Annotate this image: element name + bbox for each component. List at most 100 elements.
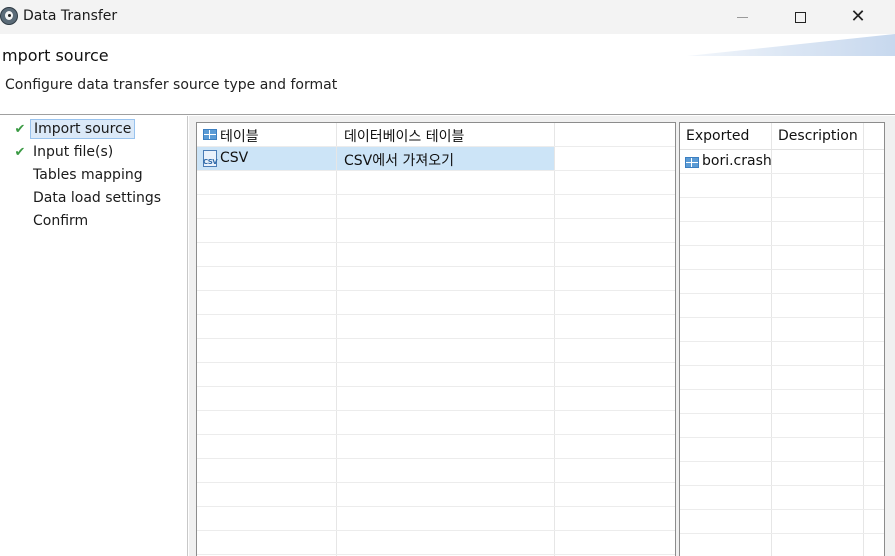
source-type-name: CSV [220,150,249,166]
empty-table-cell [337,387,555,410]
empty-table-cell [772,270,864,293]
empty-table-row [197,315,675,339]
empty-table-row [680,390,884,414]
table-header-row: 테이블 데이터베이스 테이블 [197,123,675,147]
header-cell[interactable]: 데이터베이스 테이블 [337,123,555,146]
nav-item-label: Import source [30,119,136,139]
empty-table-row [197,243,675,267]
empty-table-row [680,246,884,270]
empty-table-cell [337,315,555,338]
source-type-description: CSV에서 가져오기 [344,153,454,169]
empty-table-row [197,171,675,195]
empty-table-cell [197,339,337,362]
empty-table-cell [772,366,864,389]
table-row-csv[interactable]: CSV CSV CSV에서 가져오기 [197,147,675,171]
source-type-table[interactable]: 테이블 데이터베이스 테이블 CSV CSV CSV에서 가져오기 [196,122,676,556]
empty-table-row [197,459,675,483]
empty-table-cell [555,531,675,554]
header-cell[interactable]: Exported [680,123,772,149]
empty-table-cell [772,510,864,533]
nav-item-label: Data load settings [33,190,162,206]
empty-table-row [680,534,884,556]
empty-table-cell [772,174,864,197]
empty-table-row [197,483,675,507]
close-button[interactable]: ✕ [829,0,887,34]
csv-file-icon: CSV [203,150,218,167]
empty-table-cell [555,291,675,314]
column-header-label: 데이터베이스 테이블 [344,129,465,145]
empty-table-cell [772,246,864,269]
empty-table-cell [864,486,884,509]
empty-table-cell [680,342,772,365]
table-cell [864,150,884,173]
empty-table-cell [772,486,864,509]
column-header-exported: Exported [686,128,750,144]
table-row[interactable]: bori.crash [680,150,884,174]
empty-table-cell [680,510,772,533]
empty-table-cell [337,483,555,506]
table-cell: CSV CSV [197,147,337,170]
empty-table-row [680,366,884,390]
empty-table-cell [864,510,884,533]
empty-table-cell [772,390,864,413]
empty-table-row [680,222,884,246]
empty-table-cell [555,507,675,530]
empty-table-cell [555,339,675,362]
empty-table-cell [864,270,884,293]
empty-table-cell [680,390,772,413]
app-icon [0,7,18,25]
empty-table-cell [197,531,337,554]
empty-table-cell [337,243,555,266]
empty-table-cell [864,246,884,269]
table-icon [685,157,699,168]
table-cell: bori.crash [680,150,772,173]
minimize-button[interactable] [713,0,771,34]
empty-table-cell [337,267,555,290]
empty-table-cell [680,438,772,461]
empty-table-cell [680,198,772,221]
empty-table-cell [337,195,555,218]
empty-table-cell [555,243,675,266]
check-icon: ✔ [14,144,26,160]
empty-table-cell [864,222,884,245]
header-cell[interactable]: 테이블 [197,123,337,146]
empty-table-cell [772,294,864,317]
header-cell[interactable]: Description [772,123,864,149]
empty-table-cell [555,171,675,194]
empty-table-cell [555,267,675,290]
empty-table-cell [197,171,337,194]
nav-item-label: Input file(s) [33,144,114,160]
empty-table-row [197,219,675,243]
empty-table-cell [680,270,772,293]
maximize-button[interactable] [771,0,829,34]
empty-table-cell [680,174,772,197]
empty-table-row [680,318,884,342]
empty-table-cell [772,198,864,221]
empty-table-cell [337,219,555,242]
maximize-icon [794,11,806,23]
empty-table-cell [772,534,864,556]
empty-table-row [197,195,675,219]
empty-table-cell [772,342,864,365]
empty-table-cell [555,435,675,458]
export-target-table[interactable]: Exported Description bori.crash [679,122,885,556]
empty-table-cell [864,294,884,317]
check-icon: ✔ [14,121,26,137]
empty-table-cell [680,318,772,341]
empty-table-cell [864,438,884,461]
empty-table-cell [680,414,772,437]
empty-table-cell [197,387,337,410]
column-header-description: Description [778,128,858,144]
empty-table-cell [864,342,884,365]
table-header-row: Exported Description [680,123,884,150]
header-banner [687,34,895,56]
empty-table-row [680,462,884,486]
empty-table-cell [197,291,337,314]
title-bar: Data Transfer ✕ [0,0,895,34]
empty-table-cell [197,267,337,290]
empty-table-row [197,267,675,291]
empty-table-cell [555,387,675,410]
empty-table-cell [555,459,675,482]
empty-table-cell [864,534,884,556]
empty-table-row [680,486,884,510]
